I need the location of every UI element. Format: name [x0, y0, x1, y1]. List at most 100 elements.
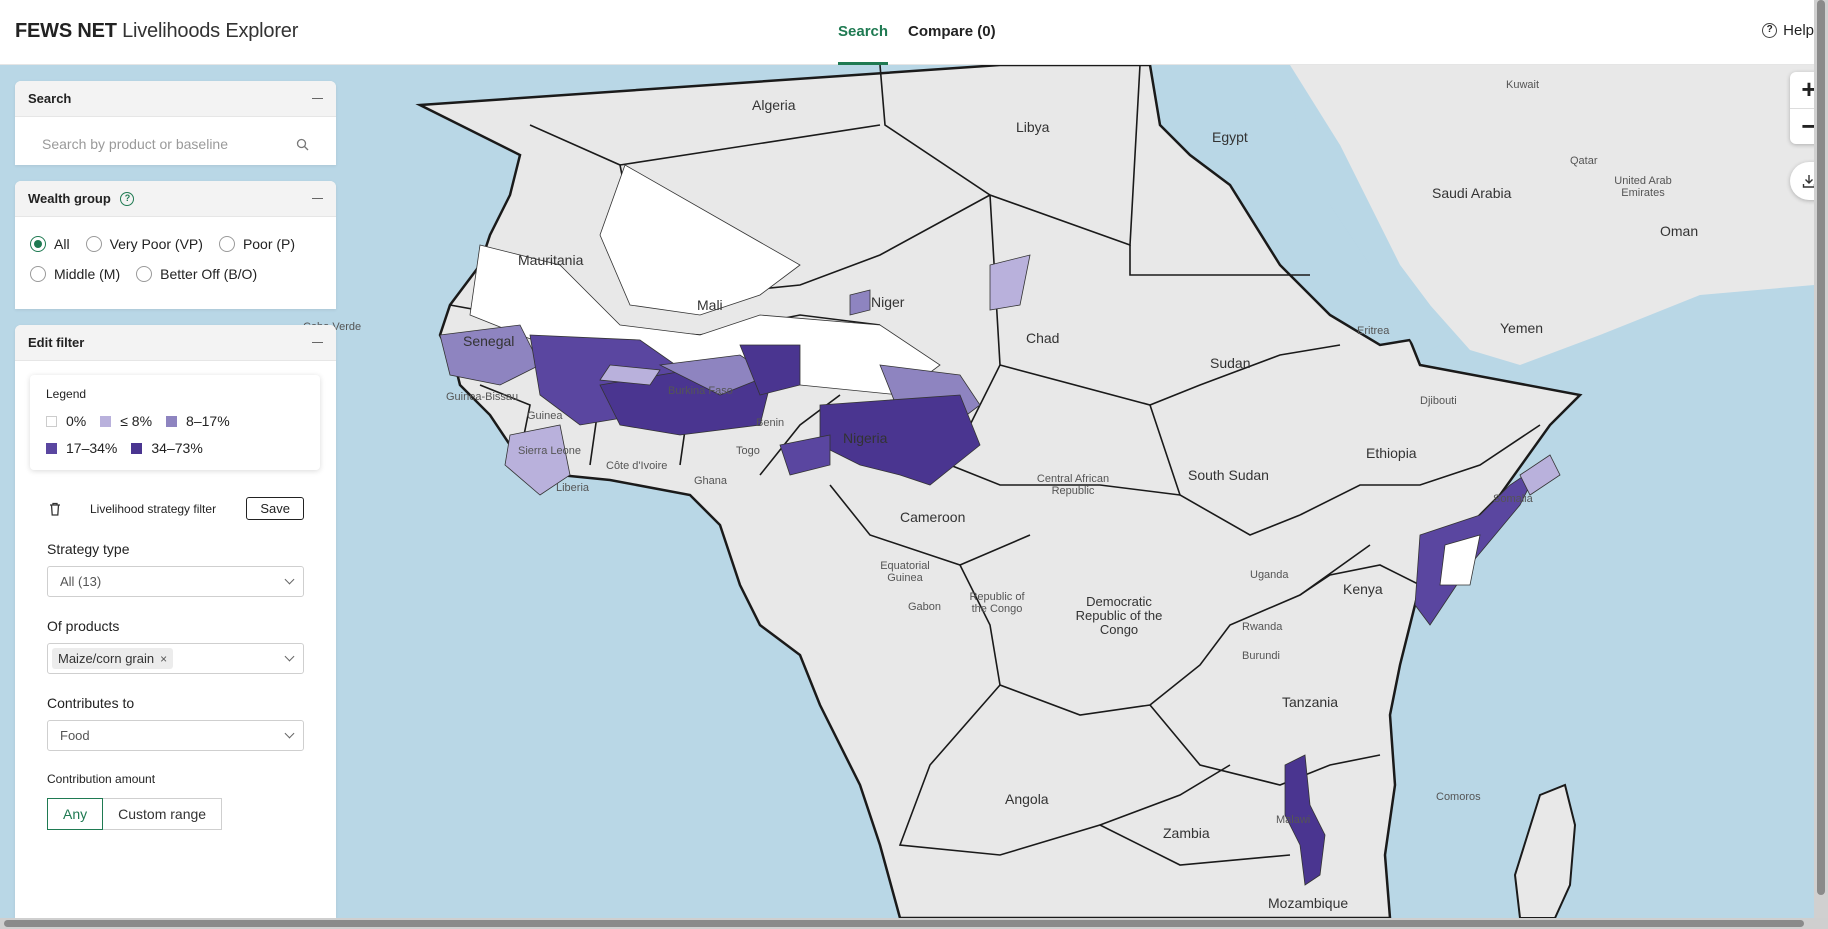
label-malawi: Malawi — [1276, 814, 1311, 826]
radio-poor[interactable]: Poor (P) — [218, 236, 296, 252]
search-panel-header[interactable]: Search — [15, 81, 336, 117]
legend-swatch — [46, 415, 57, 427]
strategy-filter-label: Livelihood strategy filter — [90, 501, 217, 516]
label-egypt: Egypt — [1212, 129, 1248, 145]
label-algeria: Algeria — [752, 97, 796, 113]
remove-chip-icon[interactable]: × — [160, 652, 167, 666]
label-oman: Oman — [1660, 223, 1699, 239]
legend-label: 17–34% — [66, 440, 118, 456]
wealth-options-row-2: Middle (M) Better Off (B/O) — [15, 259, 336, 289]
radio-label: Better Off (B/O) — [160, 266, 258, 282]
label-uae: United Arab Emirates — [1614, 175, 1672, 199]
strategy-type-value: All (13) — [60, 574, 102, 589]
brand-bold: FEWS NET — [15, 20, 117, 42]
save-button[interactable]: Save — [246, 497, 304, 520]
legend-item: 34–73% — [131, 440, 203, 456]
legend-row-1: 0% ≤ 8% 8–17% — [46, 413, 304, 429]
radio-label: Poor (P) — [242, 236, 296, 252]
radio-dot — [85, 236, 102, 252]
label-chad: Chad — [1026, 330, 1060, 346]
label-senegal: Senegal — [463, 333, 515, 349]
label-guinea: Guinea — [527, 410, 563, 422]
label-gabon: Gabon — [908, 601, 942, 613]
app-brand[interactable]: FEWS NET Livelihoods Explorer — [15, 20, 298, 43]
legend-swatch — [46, 442, 57, 454]
label-mauritania: Mauritania — [518, 252, 584, 268]
strategy-type-select[interactable]: All (13) — [47, 566, 304, 597]
radio-dot — [30, 266, 46, 282]
label-central-african-republic: Central African Republic — [1036, 473, 1110, 497]
label-benin: Benin — [756, 417, 785, 429]
tab-compare[interactable]: Compare (0) — [908, 0, 996, 65]
search-panel-title: Search — [28, 91, 72, 106]
label-south-sudan: South Sudan — [1188, 467, 1269, 483]
top-header: FEWS NET Livelihoods Explorer Search Com… — [0, 0, 1814, 65]
wealth-group-header[interactable]: Wealth group ? — [15, 181, 336, 217]
search-icon[interactable] — [296, 138, 309, 151]
label-somalia: Somalia — [1493, 493, 1533, 505]
legend-item: 17–34% — [46, 440, 117, 456]
scrollbar-thumb[interactable] — [4, 920, 1804, 927]
edit-filter-header[interactable]: Edit filter — [15, 325, 336, 361]
amount-toggle: Any Custom range — [47, 798, 304, 830]
radio-label: Middle (M) — [54, 266, 121, 282]
label-libya: Libya — [1016, 119, 1050, 135]
search-panel: Search — [15, 81, 336, 165]
search-input[interactable] — [42, 136, 272, 152]
radio-middle[interactable]: Middle (M) — [30, 266, 120, 282]
label-niger: Niger — [871, 294, 905, 310]
collapse-icon[interactable] — [312, 341, 323, 344]
label-ethiopia: Ethiopia — [1366, 445, 1417, 461]
help-link[interactable]: ? Help — [1762, 22, 1814, 39]
label-kuwait: Kuwait — [1506, 79, 1540, 91]
trash-icon[interactable] — [47, 501, 63, 517]
contributes-select[interactable]: Food — [47, 720, 304, 751]
scrollbar-thumb[interactable] — [1817, 0, 1825, 895]
legend-title: Legend — [46, 387, 87, 401]
label-guinea-bissau: Guinea-Bissau — [446, 391, 519, 403]
amount-custom-range-button[interactable]: Custom range — [103, 798, 223, 830]
horizontal-scrollbar[interactable] — [0, 918, 1828, 929]
radio-very-poor[interactable]: Very Poor (VP) — [85, 236, 203, 252]
radio-dot — [30, 236, 46, 252]
vertical-scrollbar[interactable] — [1814, 0, 1828, 929]
label-togo: Togo — [736, 445, 760, 457]
legend-item: 8–17% — [166, 413, 230, 429]
label-eritrea: Eritrea — [1357, 325, 1390, 337]
label-angola: Angola — [1005, 791, 1049, 807]
edit-filter-panel: Edit filter Legend 0% ≤ 8% 8–17% 17–34% … — [15, 325, 336, 918]
collapse-icon[interactable] — [312, 97, 323, 100]
legend-swatch — [100, 415, 112, 427]
wealth-group-panel: Wealth group ? All Very Poor (VP) Poor (… — [15, 181, 336, 309]
label-yemen: Yemen — [1500, 320, 1544, 336]
collapse-icon[interactable] — [312, 197, 323, 200]
label-republic-of-congo: Republic of the Congo — [969, 591, 1025, 615]
label-kenya: Kenya — [1343, 581, 1383, 597]
radio-better-off[interactable]: Better Off (B/O) — [136, 266, 257, 282]
contributes-value: Food — [60, 728, 90, 743]
label-nigeria: Nigeria — [843, 430, 888, 446]
contributes-label: Contributes to — [47, 695, 135, 711]
product-chip-label: Maize/corn grain — [58, 651, 155, 666]
legend-row-2: 17–34% 34–73% — [46, 440, 304, 456]
label-cote-divoire: Côte d'Ivoire — [606, 460, 668, 472]
label-cameroon: Cameroon — [900, 509, 966, 525]
legend-item: ≤ 8% — [100, 413, 152, 429]
brand-title: Livelihoods Explorer — [122, 20, 299, 42]
label-djibouti: Djibouti — [1420, 395, 1457, 407]
chevron-down-icon — [284, 574, 295, 585]
help-icon: ? — [1762, 23, 1778, 38]
radio-all[interactable]: All — [30, 236, 70, 252]
amount-any-button[interactable]: Any — [47, 798, 104, 830]
label-comoros: Comoros — [1436, 791, 1481, 803]
info-icon[interactable]: ? — [120, 192, 135, 207]
products-select[interactable]: Maize/corn grain × — [47, 643, 304, 674]
search-field — [28, 127, 323, 161]
radio-dot — [136, 266, 153, 282]
tab-search[interactable]: Search — [838, 0, 889, 65]
legend-swatch — [166, 415, 178, 427]
legend-label: 34–73% — [151, 440, 203, 456]
label-burkina-faso: Burkina Faso — [668, 385, 733, 397]
help-label: Help — [1783, 22, 1814, 39]
amount-label: Contribution amount — [47, 772, 156, 786]
